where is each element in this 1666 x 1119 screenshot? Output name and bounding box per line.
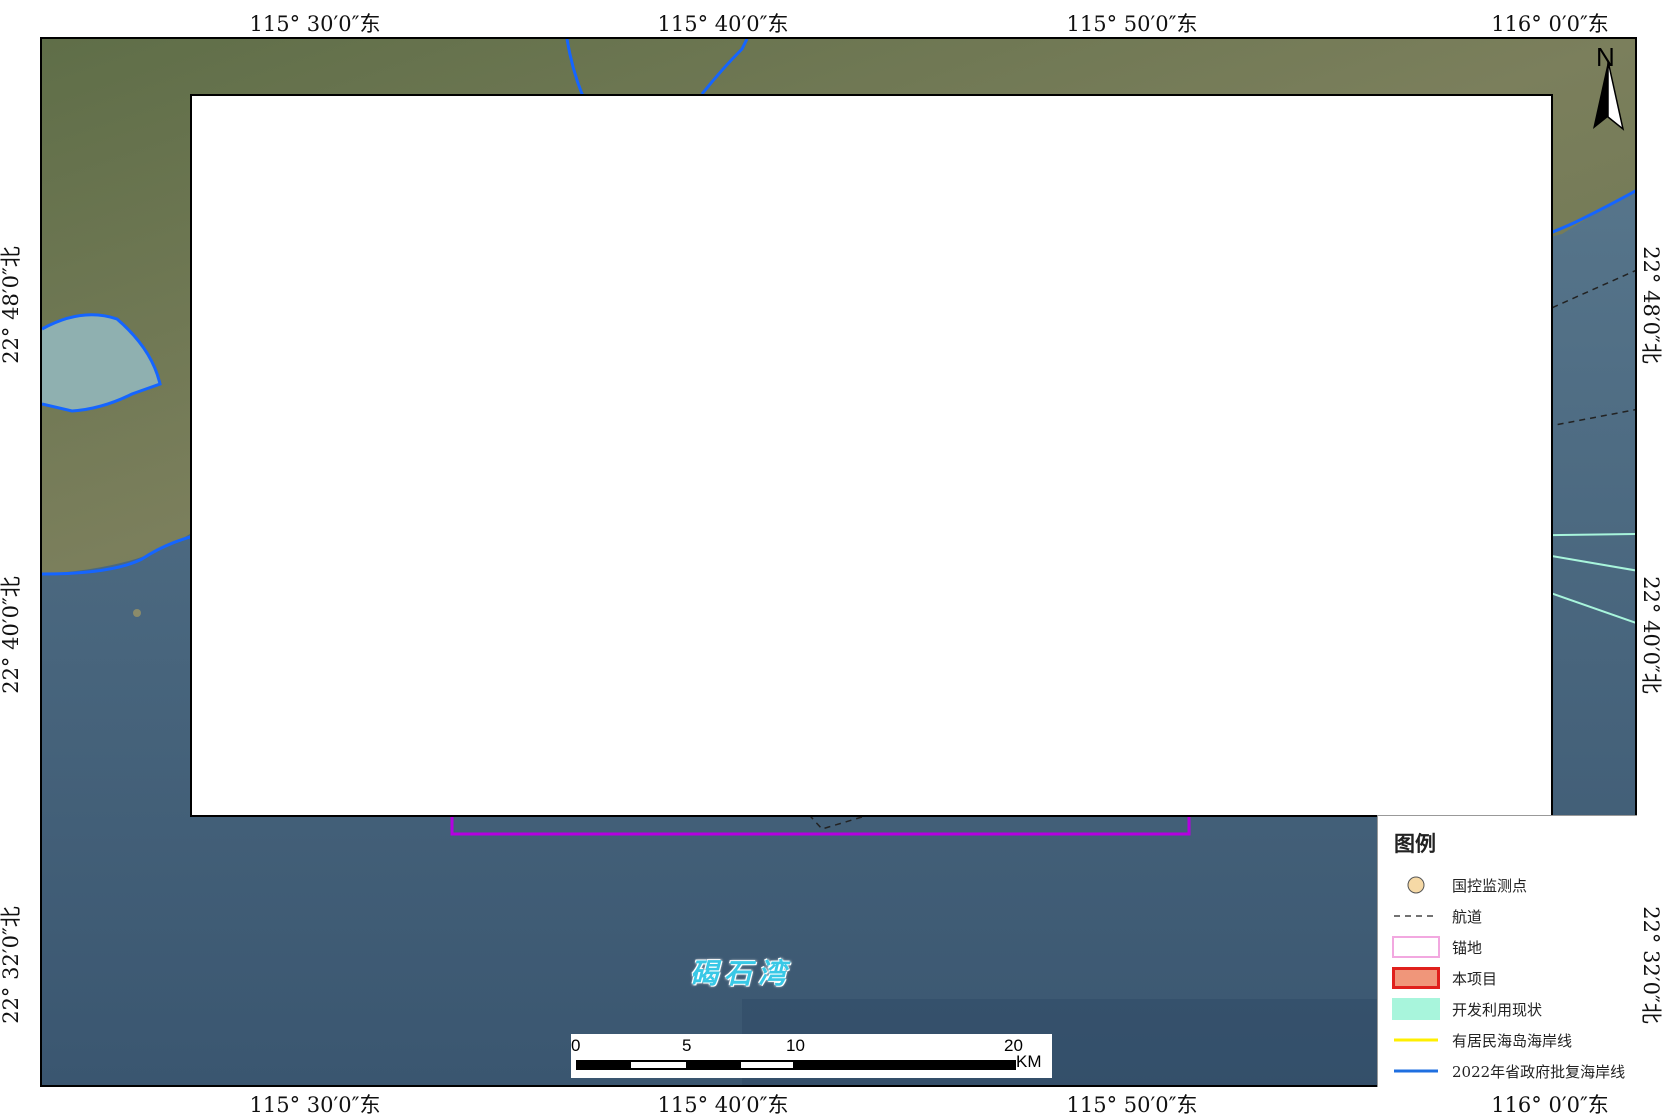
legend-label: 有居民海岛海岸线 <box>1452 1032 1573 1050</box>
blue-line-icon <box>1394 1069 1438 1073</box>
legend-label: 开发利用现状 <box>1452 1001 1543 1019</box>
scalebar-graphic <box>576 1060 1016 1070</box>
legend-item-development-status: 开发利用现状 <box>1392 994 1632 1022</box>
lon-label-bottom-3: 115° 50′0″东 <box>1066 1093 1198 1117</box>
yellow-line-icon <box>1394 1038 1438 1042</box>
small-island <box>133 609 141 617</box>
lat-label-right-2: 22° 40′0″北 <box>1639 576 1663 694</box>
lon-label-bottom-1: 115° 30′0″东 <box>249 1093 381 1117</box>
lon-label-top-3: 115° 50′0″东 <box>1066 12 1198 36</box>
lon-label-top-4: 116° 0′0″东 <box>1491 12 1609 36</box>
lon-label-top-2: 115° 40′0″东 <box>657 12 789 36</box>
legend-item-monitoring-point: 国控监测点 <box>1392 870 1632 898</box>
development-box-icon <box>1392 998 1440 1020</box>
legend-label: 航道 <box>1452 908 1483 926</box>
lat-label-right-3: 22° 32′0″北 <box>1639 906 1663 1024</box>
dashed-line-icon <box>1394 915 1438 917</box>
project-box-icon <box>1392 967 1440 989</box>
map-figure: 115° 30′0″东 115° 40′0″东 115° 50′0″东 116°… <box>0 0 1666 1119</box>
legend-item-this-project: 本项目 <box>1392 963 1632 991</box>
legend-item-island-coastline: 有居民海岛海岸线 <box>1392 1025 1632 1053</box>
lon-label-bottom-2: 115° 40′0″东 <box>657 1093 789 1117</box>
monitoring-point-icon <box>1407 876 1425 894</box>
legend-label: 国控监测点 <box>1452 877 1528 895</box>
lon-label-top-1: 115° 30′0″东 <box>249 12 381 36</box>
scale-unit: KM <box>1016 1052 1042 1071</box>
north-arrow-icon <box>1593 60 1625 131</box>
bay-label: 碣石湾 <box>690 957 793 990</box>
legend-item-anchorage: 锚地 <box>1392 932 1632 960</box>
legend: 图例 国控监测点 航道 锚地 本项目 开发利用现状 有居民海岛海岸线 2022年… <box>1377 815 1637 1087</box>
scalebar: 0 5 10 20 KM <box>571 1034 1052 1078</box>
lat-label-left-1: 22° 48′0″北 <box>0 246 23 364</box>
legend-label: 2022年省政府批复海岸线 <box>1452 1063 1626 1081</box>
lat-label-right-1: 22° 48′0″北 <box>1639 246 1663 364</box>
legend-label: 本项目 <box>1452 970 1498 988</box>
lon-label-bottom-4: 116° 0′0″东 <box>1491 1093 1609 1117</box>
lat-label-left-3: 22° 32′0″北 <box>0 906 23 1024</box>
legend-item-shipping-lane: 航道 <box>1392 901 1632 929</box>
legend-label: 锚地 <box>1452 939 1483 957</box>
lat-label-left-2: 22° 40′0″北 <box>0 576 23 694</box>
anchorage-box-icon <box>1392 936 1440 958</box>
blank-overlay-panel <box>190 94 1553 817</box>
legend-item-approved-coastline: 2022年省政府批复海岸线 <box>1392 1056 1632 1084</box>
legend-title: 图例 <box>1394 831 1436 856</box>
